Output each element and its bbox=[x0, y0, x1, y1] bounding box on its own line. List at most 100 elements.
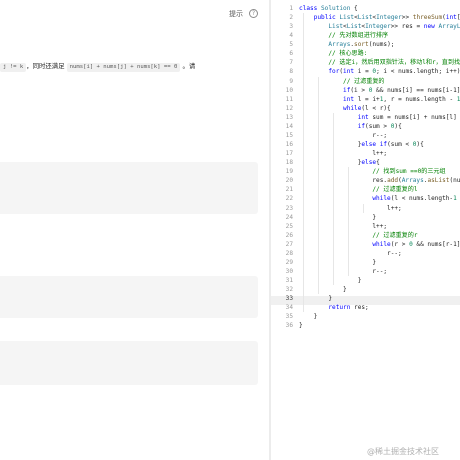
problem-description-panel: 提示 ? j != k ，同时还满足 nums[i] + nums[j] + nu… bbox=[0, 0, 268, 460]
code-line[interactable]: // 选定i，然后用双指针法，移动l和r，直到找到 bbox=[299, 58, 460, 67]
code-token: } bbox=[299, 295, 333, 303]
code-line[interactable]: if(sum > 0){ bbox=[299, 122, 402, 131]
code-token: (nums); bbox=[368, 41, 395, 49]
hint-button[interactable]: 提示 bbox=[229, 9, 243, 19]
code-token: Solution bbox=[321, 5, 351, 12]
code-line[interactable]: } bbox=[299, 312, 318, 321]
code-token: int bbox=[445, 14, 457, 22]
code-line[interactable]: // 先对数组进行排序 bbox=[299, 31, 388, 40]
code-line[interactable]: } bbox=[299, 213, 376, 222]
code-token: r--; bbox=[299, 249, 402, 257]
code-token: // 核心思路: bbox=[328, 50, 368, 58]
code-token: List bbox=[328, 23, 344, 31]
code-token: (nums[i], nums[l], nums[r])); bbox=[449, 177, 460, 185]
code-token: (i > bbox=[350, 86, 369, 94]
code-line[interactable]: // 过滤重复的 bbox=[299, 77, 385, 86]
code-line[interactable]: int l = i+1, r = nums.length - 1; bbox=[299, 95, 460, 104]
code-token: (r > bbox=[390, 240, 410, 248]
code-token: l++; bbox=[299, 150, 388, 158]
code-line[interactable]: r--; bbox=[299, 267, 387, 276]
code-token: public bbox=[313, 14, 340, 22]
code-line[interactable]: class Solution { bbox=[299, 4, 358, 13]
code-token: while bbox=[372, 240, 391, 248]
code-line[interactable]: // 过滤重复的l bbox=[299, 185, 417, 194]
code-token: r--; bbox=[299, 268, 388, 276]
code-line[interactable]: return res; bbox=[299, 303, 368, 312]
line-number: 10 bbox=[285, 86, 293, 94]
code-token: ){ bbox=[394, 122, 402, 130]
code-line[interactable]: }else{ bbox=[299, 158, 380, 167]
line-number: 15 bbox=[285, 131, 293, 139]
line-number: 27 bbox=[285, 240, 293, 248]
code-line[interactable]: } bbox=[299, 321, 303, 330]
code-line[interactable]: if(i > 0 && nums[i] == nums[i-1]) contin… bbox=[299, 86, 460, 95]
code-line[interactable]: } bbox=[299, 276, 362, 285]
code-line[interactable]: Arrays.sort(nums); bbox=[299, 40, 394, 49]
code-token: res. bbox=[299, 177, 388, 185]
code-line[interactable]: public List<List<Integer>> threeSum(int[… bbox=[299, 13, 460, 22]
problem-statement-line: j != k ，同时还满足 nums[i] + nums[j] + nums[k]… bbox=[0, 60, 268, 72]
code-token: >> res = bbox=[390, 23, 424, 31]
code-token: while bbox=[372, 195, 391, 203]
line-number: 28 bbox=[285, 249, 293, 257]
code-token: Integer bbox=[376, 14, 402, 22]
code-token: // 过滤重复的 bbox=[343, 77, 385, 85]
code-line[interactable]: } bbox=[299, 258, 376, 267]
code-token: // 选定i，然后用双指针法，移动l和r，直到找到 bbox=[328, 59, 460, 67]
line-number: 21 bbox=[285, 186, 293, 194]
code-line[interactable]: r--; bbox=[299, 249, 402, 258]
code-token: l++; bbox=[299, 222, 388, 230]
code-line[interactable]: } bbox=[299, 294, 332, 303]
line-number-gutter: 1 2 3 4 5 6 7 8 9 10 11 12 13 14 15 16 17 18 19 20 21 22 23 24 2… bbox=[271, 0, 295, 460]
code-area[interactable]: class Solution { public List<List<Intege… bbox=[299, 0, 460, 460]
code-line[interactable]: List<List<Integer>> res = new ArrayList<… bbox=[299, 22, 460, 31]
line-number: 31 bbox=[285, 277, 293, 285]
code-line[interactable]: // 核心思路: bbox=[299, 49, 367, 58]
code-line[interactable]: int sum = nums[i] + nums[l] + nums[r]; bbox=[299, 113, 460, 122]
line-number: 35 bbox=[285, 313, 293, 321]
watermark: @稀土掘金技术社区 bbox=[367, 447, 439, 456]
code-line[interactable]: res.add(Arrays.asList(nums[i], nums[l], … bbox=[299, 176, 460, 185]
code-line[interactable]: for(int i = 0; i < nums.length; i++){ bbox=[299, 67, 460, 76]
help-icon[interactable]: ? bbox=[249, 9, 258, 18]
code-editor[interactable]: 1 2 3 4 5 6 7 8 9 10 11 12 13 14 15 16 17 18 19 20 21 22 23 24 2… bbox=[271, 0, 460, 460]
code-token: new bbox=[423, 23, 439, 31]
line-number: 2 bbox=[289, 14, 293, 22]
code-token: sort bbox=[354, 41, 369, 49]
code-token: } bbox=[299, 322, 303, 330]
line-number: 32 bbox=[285, 286, 293, 294]
code-token: ; i < nums.length; i++){ bbox=[376, 68, 460, 76]
code-line[interactable]: // 找到sum ==0的三元组 bbox=[299, 167, 445, 176]
code-line[interactable]: l++; bbox=[299, 149, 387, 158]
code-line[interactable]: l++; bbox=[299, 204, 402, 213]
line-number: 12 bbox=[285, 104, 293, 112]
code-line[interactable]: while(r > 0 && nums[r-1] == nums[r]){ bbox=[299, 240, 460, 249]
code-line[interactable]: while(l < r){ bbox=[299, 104, 391, 113]
code-line[interactable]: // 过滤重复的r bbox=[299, 231, 418, 240]
line-number: 17 bbox=[285, 150, 293, 158]
code-line[interactable]: while(l < nums.length-1 && nums[l] == nu… bbox=[299, 194, 460, 203]
code-token: int bbox=[343, 95, 358, 103]
code-token: class bbox=[299, 5, 322, 12]
code-line[interactable]: } bbox=[299, 285, 347, 294]
code-token: sum = nums[i] + nums[l] + nums[r]; bbox=[372, 113, 457, 121]
code-token: } bbox=[299, 213, 377, 221]
code-token: && nums[r-1] == nums[r]){ bbox=[416, 240, 460, 248]
line-number: 34 bbox=[285, 304, 293, 312]
problem-toolbar: 提示 ? bbox=[0, 0, 268, 28]
code-line[interactable]: l++; bbox=[299, 222, 387, 231]
code-line[interactable]: }else if(sum < 0){ bbox=[299, 140, 424, 149]
code-line[interactable]: r--; bbox=[299, 131, 387, 140]
line-number: 33 bbox=[285, 295, 293, 303]
line-number: 4 bbox=[289, 32, 293, 40]
code-token: int bbox=[343, 68, 358, 76]
code-token: (l < nums.length- bbox=[390, 195, 454, 203]
code-token: for bbox=[328, 68, 340, 76]
code-token: // 过滤重复的r bbox=[372, 231, 418, 239]
